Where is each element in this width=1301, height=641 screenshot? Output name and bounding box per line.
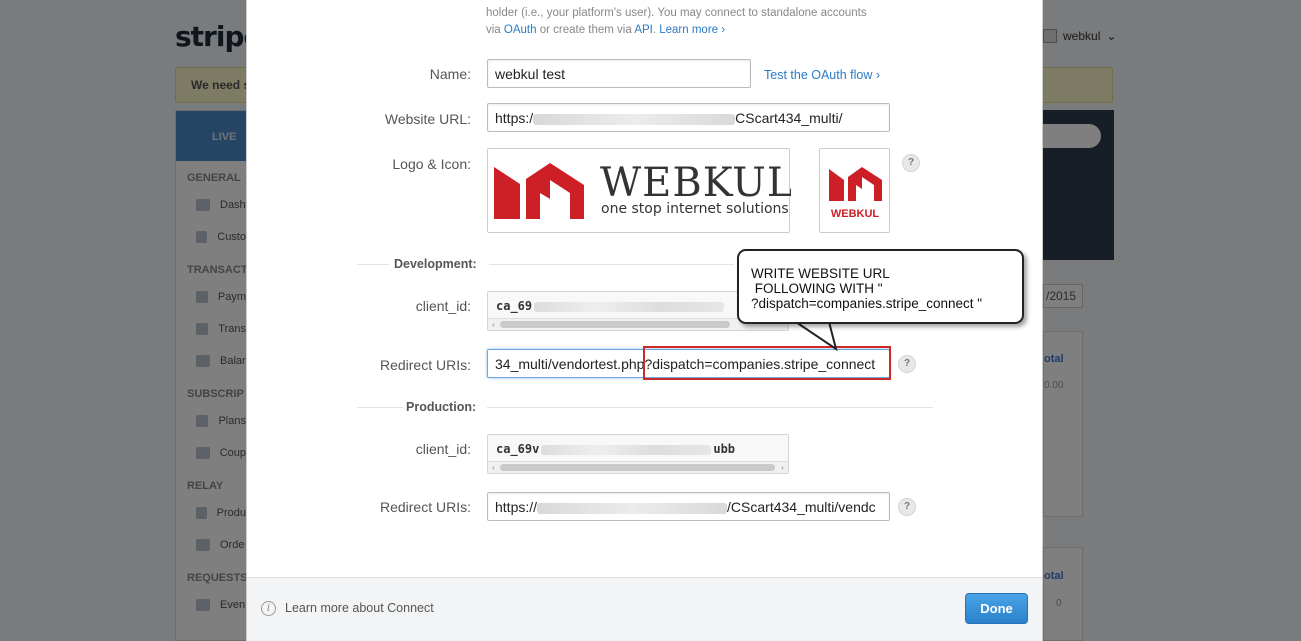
scroll-right-icon[interactable]: ›: [777, 462, 788, 473]
client-id-text: ca_69v: [496, 442, 540, 456]
redirect-text: https://: [495, 499, 538, 515]
development-heading: Development:: [394, 257, 477, 271]
url-text: https:/: [495, 110, 534, 126]
prod-client-id-field[interactable]: ca_69v ubb ‹ ›: [487, 434, 789, 474]
dev-redirect-uris-label: Redirect URIs:: [379, 357, 471, 373]
redacted-text: [534, 301, 725, 312]
redirect-help-icon[interactable]: ?: [898, 355, 916, 373]
info-icon: i: [261, 601, 276, 616]
horizontal-scrollbar[interactable]: ‹ ›: [488, 461, 788, 473]
name-label: Name:: [429, 66, 471, 82]
annotation-callout: WRITE WEBSITE URL FOLLOWING WITH " ?disp…: [737, 249, 1024, 324]
scrollbar-thumb[interactable]: [500, 464, 775, 471]
logo-upload[interactable]: WEBKUL one stop internet solutions: [487, 148, 793, 233]
dev-client-id-label: client_id:: [415, 298, 471, 314]
scroll-left-icon[interactable]: ‹: [488, 319, 499, 330]
redirect-text: 34_multi/vendortest.php: [495, 356, 645, 372]
highlight-box: [643, 346, 891, 380]
done-button[interactable]: Done: [965, 593, 1028, 624]
webkul-logo-image: WEBKUL one stop internet solutions: [494, 160, 793, 219]
learn-more-link[interactable]: Learn more ›: [659, 24, 725, 36]
intro-line: holder (i.e., your platform's user). You…: [486, 7, 867, 19]
scrollbar-thumb[interactable]: [500, 321, 730, 328]
webkul-icon-image: WEBKUL: [829, 167, 882, 220]
client-id-text: ca_69: [496, 299, 533, 313]
logo-help-icon[interactable]: ?: [902, 154, 920, 172]
logo-word: WEBKUL: [600, 160, 791, 206]
redacted-text: [537, 502, 728, 514]
prod-redirect-uris-label: Redirect URIs:: [379, 499, 471, 515]
intro-text: holder (i.e., your platform's user). You…: [486, 5, 906, 39]
redirect-text: /CScart434_multi/vendc: [727, 499, 876, 515]
oauth-link[interactable]: OAuth: [504, 24, 537, 36]
prod-client-id-label: client_id:: [415, 441, 471, 457]
prod-redirect-help-icon[interactable]: ?: [898, 498, 916, 516]
redacted-text: [533, 113, 736, 125]
logo-tagline: one stop internet solutions: [601, 201, 789, 217]
url-text: CScart434_multi/: [735, 110, 843, 126]
modal-footer: i Learn more about Connect Done: [247, 577, 1042, 641]
logo-icon-label: Logo & Icon:: [392, 156, 471, 172]
production-heading: Production:: [406, 400, 477, 414]
learn-more-connect-link[interactable]: Learn more about Connect: [285, 601, 434, 615]
website-url-field[interactable]: https:/ CScart434_multi/: [487, 103, 890, 132]
divider: [487, 407, 933, 408]
icon-word: WEBKUL: [831, 208, 880, 220]
test-oauth-link[interactable]: Test the OAuth flow ›: [764, 68, 880, 82]
website-url-label: Website URL:: [384, 111, 471, 127]
scroll-left-icon[interactable]: ‹: [488, 462, 499, 473]
icon-upload[interactable]: WEBKUL: [819, 148, 890, 233]
prod-redirect-uris-field[interactable]: https:// /CScart434_multi/vendc: [487, 492, 890, 521]
intro-text-part: or create them via: [536, 24, 635, 36]
redacted-text: [541, 444, 712, 455]
divider: [489, 264, 734, 265]
client-id-text: ubb: [713, 442, 736, 456]
name-field[interactable]: webkul test: [487, 59, 751, 88]
divider: [357, 407, 403, 408]
divider: [357, 264, 389, 265]
api-link[interactable]: API: [634, 24, 653, 36]
intro-text-part: via: [486, 24, 504, 36]
